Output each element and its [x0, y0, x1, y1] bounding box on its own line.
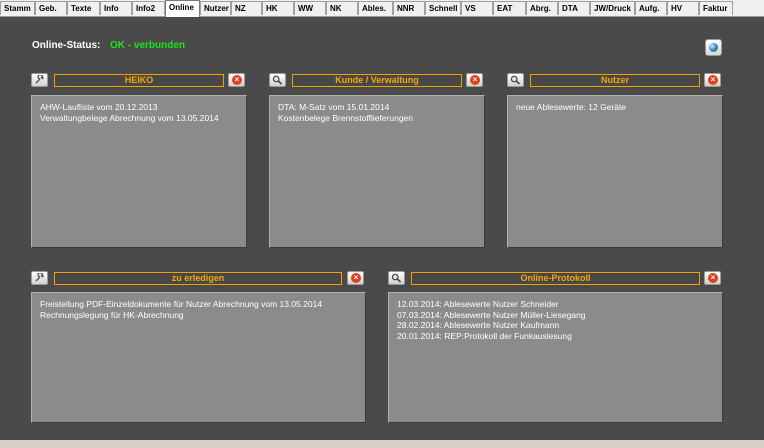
kunde-panel: DTA: M-Satz vom 15.01.2014 Kostenbelege …	[269, 95, 485, 248]
bottom-strip	[0, 440, 764, 448]
tab-geb[interactable]: Geb.	[35, 1, 67, 15]
tab-vs[interactable]: VS	[461, 1, 493, 15]
tab-abrg[interactable]: Abrg.	[526, 1, 558, 15]
heiko-settings-button[interactable]	[31, 73, 48, 87]
list-item[interactable]: 12.03.2014: Ablesewerte Nutzer Schneider	[397, 299, 714, 310]
nutzer-close-button[interactable]: ×	[704, 73, 721, 87]
zu-erledigen-panel-title: zu erledigen	[54, 272, 342, 285]
wrench-icon	[35, 75, 45, 84]
globe-button[interactable]	[705, 39, 722, 56]
tab-stamm[interactable]: Stamm	[0, 1, 35, 15]
search-icon	[510, 75, 521, 85]
close-icon: ×	[708, 273, 718, 283]
nutzer-search-button[interactable]	[507, 73, 524, 87]
list-item[interactable]: 28.02.2014: Ablesewerte Nutzer Kaufmann	[397, 320, 714, 331]
list-item[interactable]: 07.03.2014: Ablesewerte Nutzer Müller-Li…	[397, 310, 714, 321]
protokoll-close-button[interactable]: ×	[704, 271, 721, 285]
list-item[interactable]: Verwaltungbelege Abrechnung vom 13.05.20…	[40, 113, 238, 124]
heiko-close-button[interactable]: ×	[228, 73, 245, 87]
tab-ww[interactable]: WW	[294, 1, 326, 15]
zu-erledigen-settings-button[interactable]	[31, 271, 48, 285]
zu-erledigen-panel: Freistellung PDF-Einzeldokumente für Nut…	[31, 292, 366, 423]
list-item[interactable]: 20.01.2014: REP:Protokoll der Funkausles…	[397, 331, 714, 342]
list-item[interactable]: Freistellung PDF-Einzeldokumente für Nut…	[40, 299, 357, 310]
tab-bar: Stamm Geb. Texte Info Info2 Online Nutze…	[0, 0, 764, 17]
tab-nutzer[interactable]: Nutzer	[200, 1, 231, 15]
globe-icon	[709, 43, 718, 52]
close-icon: ×	[470, 75, 480, 85]
tab-aufg[interactable]: Aufg.	[635, 1, 667, 15]
tab-eat[interactable]: EAT	[493, 1, 526, 15]
protokoll-panel: 12.03.2014: Ablesewerte Nutzer Schneider…	[388, 292, 723, 423]
list-item[interactable]: neue Ablesewerte: 12 Geräte	[516, 102, 714, 113]
list-item[interactable]: Rechnungslegung für HK-Abrechnung	[40, 310, 357, 321]
tab-schnell[interactable]: Schnell	[425, 1, 461, 15]
search-icon	[391, 273, 402, 283]
list-item[interactable]: Kostenbelege Brennstofflieferungen	[278, 113, 476, 124]
tab-hv[interactable]: HV	[667, 1, 699, 15]
tab-info2[interactable]: Info2	[132, 1, 165, 15]
close-icon: ×	[232, 75, 242, 85]
tab-nk[interactable]: NK	[326, 1, 358, 15]
tab-online[interactable]: Online	[165, 0, 200, 17]
protokoll-search-button[interactable]	[388, 271, 405, 285]
tab-ables[interactable]: Ables.	[358, 1, 393, 15]
list-item[interactable]: DTA: M-Satz vom 15.01.2014	[278, 102, 476, 113]
tab-jwdruck[interactable]: JW/Druck	[590, 1, 635, 15]
tab-nz[interactable]: NZ	[231, 1, 262, 15]
wrench-icon	[35, 273, 45, 282]
close-icon: ×	[351, 273, 361, 283]
tab-hk[interactable]: HK	[262, 1, 294, 15]
protokoll-panel-title: Online-Protokoll	[411, 272, 700, 285]
list-item[interactable]: AHW-Laufliste vom 20.12.2013	[40, 102, 238, 113]
kunde-close-button[interactable]: ×	[466, 73, 483, 87]
zu-erledigen-close-button[interactable]: ×	[347, 271, 364, 285]
tab-nnr[interactable]: NNR	[393, 1, 425, 15]
kunde-search-button[interactable]	[269, 73, 286, 87]
heiko-panel: AHW-Laufliste vom 20.12.2013 Verwaltungb…	[31, 95, 247, 248]
tab-texte[interactable]: Texte	[67, 1, 100, 15]
tab-dta[interactable]: DTA	[558, 1, 590, 15]
heiko-panel-title: HEIKO	[54, 74, 224, 87]
tab-faktur[interactable]: Faktur	[699, 1, 733, 15]
kunde-panel-title: Kunde / Verwaltung	[292, 74, 462, 87]
nutzer-panel: neue Ablesewerte: 12 Geräte	[507, 95, 723, 248]
nutzer-panel-title: Nutzer	[530, 74, 700, 87]
online-status-label: Online-Status:	[32, 40, 101, 51]
tab-info[interactable]: Info	[100, 1, 132, 15]
online-status-value: OK - verbunden	[110, 40, 186, 51]
search-icon	[272, 75, 283, 85]
close-icon: ×	[708, 75, 718, 85]
